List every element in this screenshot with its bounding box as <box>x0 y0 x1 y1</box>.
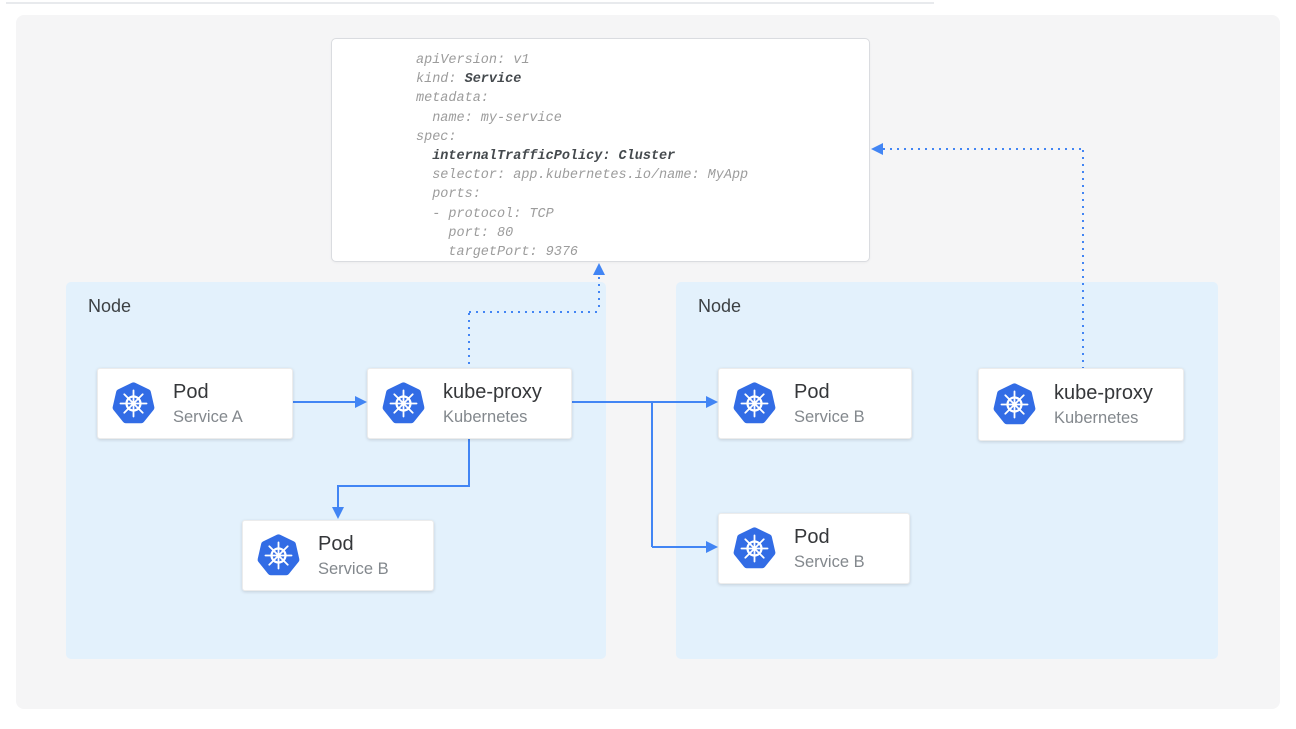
diagram-stage: apiVersion: v1kind: Servicemetadata: nam… <box>0 0 1296 729</box>
card-kube-proxy-left: kube-proxy Kubernetes <box>367 368 572 439</box>
arrowhead-right-icon <box>706 541 718 553</box>
kubernetes-icon <box>992 382 1037 427</box>
card-title: kube-proxy <box>1054 381 1153 405</box>
card-subtitle: Kubernetes <box>1054 408 1153 428</box>
arrowhead-left-icon <box>871 143 883 155</box>
arrowhead-down-icon <box>332 507 344 519</box>
dotted-kube-proxy-left-to-yaml <box>598 277 600 311</box>
arrowhead-right-icon <box>355 396 367 408</box>
node-box-left: Node <box>66 282 606 659</box>
dotted-kube-proxy-left-up <box>468 313 470 368</box>
yaml-line: port: 80 <box>416 224 869 243</box>
yaml-line: internalTrafficPolicy: Cluster <box>416 147 869 166</box>
card-pod-service-b-left: Pod Service B <box>242 520 434 591</box>
top-divider <box>6 2 934 4</box>
kubernetes-icon <box>381 381 426 426</box>
arrow-kube-proxy-to-pod-b-right-top <box>572 401 706 403</box>
yaml-line: name: my-service <box>416 109 869 128</box>
kubernetes-icon <box>256 533 301 578</box>
service-yaml-panel: apiVersion: v1kind: Servicemetadata: nam… <box>331 38 870 262</box>
card-subtitle: Service B <box>794 552 865 572</box>
arrowhead-right-icon <box>706 396 718 408</box>
yaml-line: - protocol: TCP <box>416 205 869 224</box>
card-title: Pod <box>318 532 389 556</box>
yaml-line: selector: app.kubernetes.io/name: MyApp <box>416 166 869 185</box>
card-kube-proxy-right: kube-proxy Kubernetes <box>978 368 1184 441</box>
yaml-line: spec: <box>416 128 869 147</box>
card-subtitle: Service B <box>318 559 389 579</box>
card-subtitle: Service B <box>794 407 865 427</box>
card-pod-service-b-right-top: Pod Service B <box>718 368 912 439</box>
node-label: Node <box>698 296 741 317</box>
card-title: Pod <box>173 380 243 404</box>
card-subtitle: Kubernetes <box>443 407 542 427</box>
arrow-branch-to-pod-b-right-bottom <box>652 546 706 548</box>
node-label: Node <box>88 296 131 317</box>
yaml-line: ports: <box>416 185 869 204</box>
yaml-line: targetPort: 9376 <box>416 243 869 262</box>
arrow-kube-proxy-down <box>468 439 470 486</box>
kubernetes-icon <box>111 381 156 426</box>
dotted-kube-proxy-left-across <box>469 311 600 313</box>
arrowhead-up-icon <box>593 263 605 275</box>
yaml-line: metadata: <box>416 89 869 108</box>
yaml-line: kind: Service <box>416 70 869 89</box>
node-box-right: Node <box>676 282 1218 659</box>
arrow-pod-a-to-kube-proxy <box>293 401 356 403</box>
card-pod-service-b-right-bottom: Pod Service B <box>718 513 910 584</box>
dotted-kube-proxy-right-across <box>883 148 1083 150</box>
arrow-to-pod-b-left <box>337 486 339 508</box>
kubernetes-icon <box>732 526 777 571</box>
kubernetes-icon <box>732 381 777 426</box>
card-title: kube-proxy <box>443 380 542 404</box>
card-pod-service-a: Pod Service A <box>97 368 293 439</box>
arrow-kube-proxy-left-run <box>337 485 470 487</box>
dotted-kube-proxy-right-up <box>1082 150 1084 368</box>
card-title: Pod <box>794 380 865 404</box>
arrow-branch-vertical <box>651 402 653 547</box>
card-title: Pod <box>794 525 865 549</box>
card-subtitle: Service A <box>173 407 243 427</box>
yaml-line: apiVersion: v1 <box>416 51 869 70</box>
